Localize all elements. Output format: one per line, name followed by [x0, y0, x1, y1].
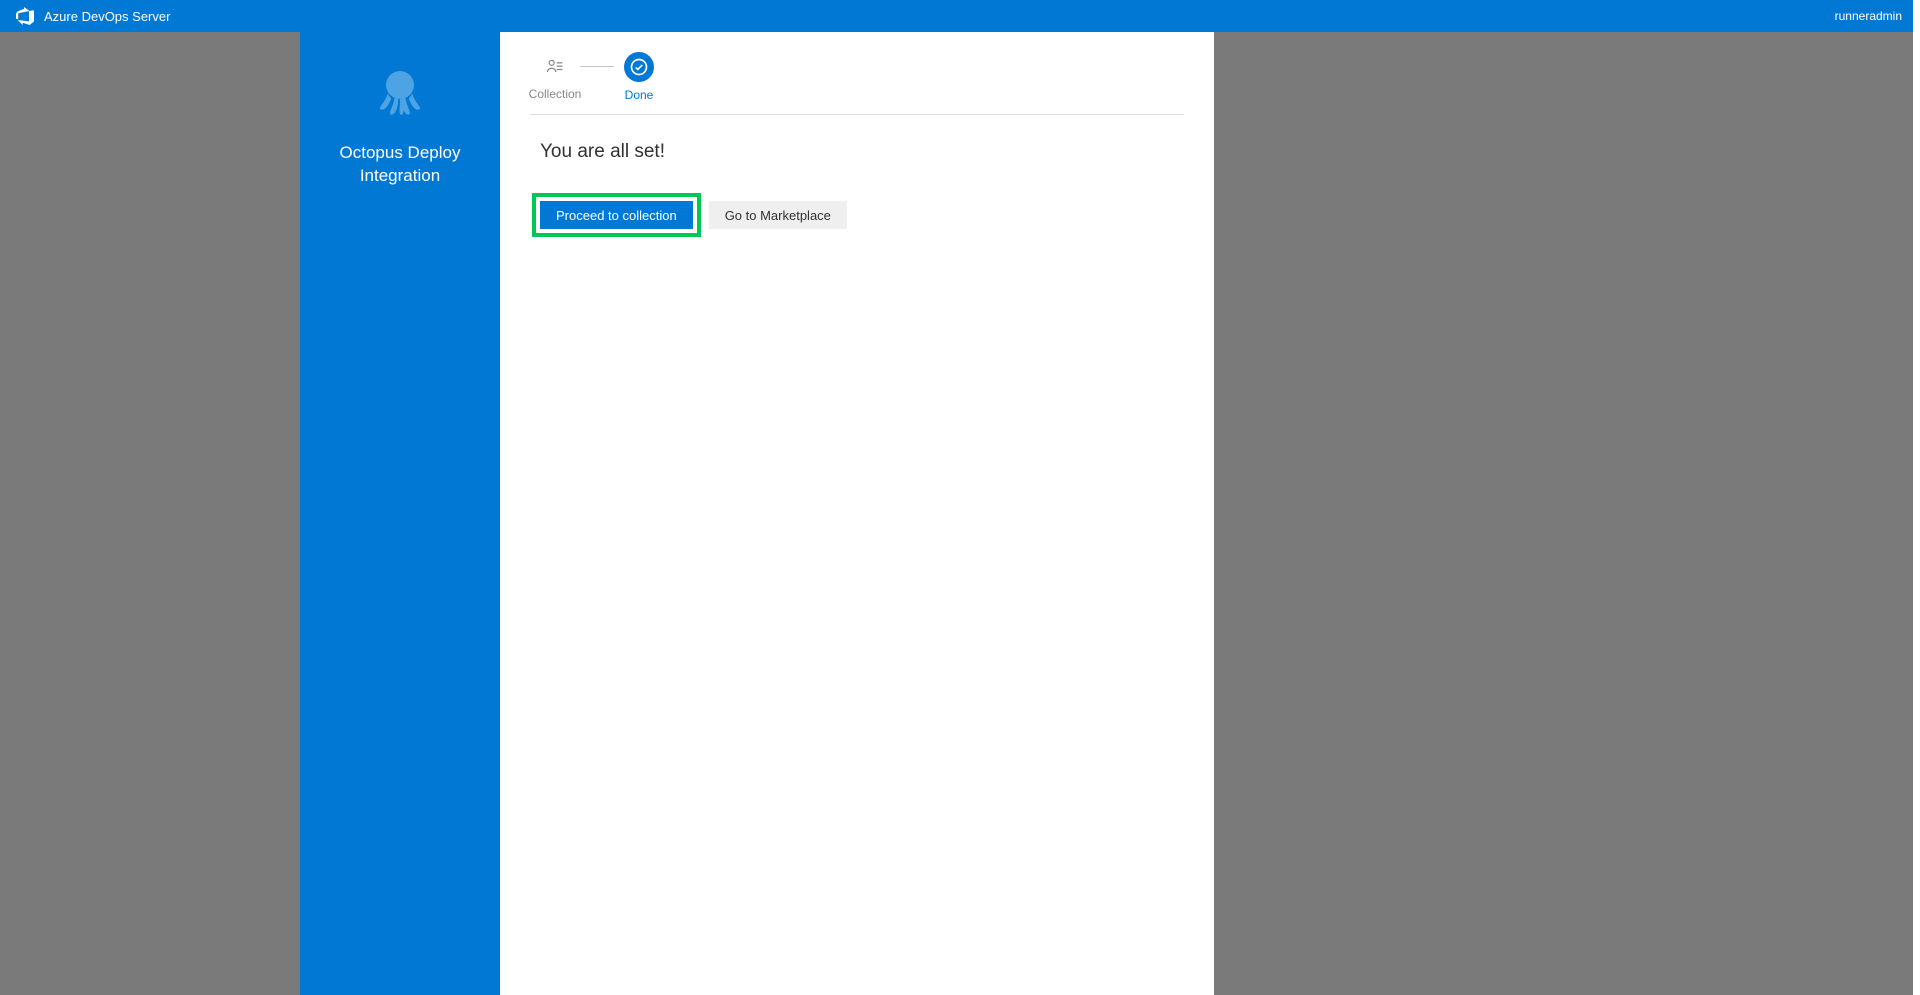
right-gutter [1214, 32, 1920, 995]
user-label[interactable]: runneradmin [1835, 9, 1902, 23]
proceed-to-collection-button[interactable]: Proceed to collection [540, 201, 693, 229]
step-done-label: Done [625, 88, 654, 102]
octopus-icon [364, 56, 436, 128]
scrollbar-track [1913, 0, 1920, 995]
top-bar-title: Azure DevOps Server [44, 9, 170, 24]
go-to-marketplace-button[interactable]: Go to Marketplace [709, 201, 847, 229]
panel-main: Collection Done You are al [500, 32, 1214, 995]
step-collection: Collection [530, 53, 580, 101]
actions-row: Proceed to collection Go to Marketplace [532, 193, 1184, 237]
wizard-steps: Collection Done [530, 52, 1184, 102]
left-gutter [0, 32, 300, 995]
highlight-box: Proceed to collection [532, 193, 701, 237]
azure-devops-icon [16, 7, 34, 25]
page-heading: You are all set! [540, 141, 1184, 163]
divider [530, 114, 1184, 115]
panel-sidebar: Octopus Deploy Integration [300, 32, 500, 995]
step-connector [580, 66, 614, 67]
extension-name: Octopus Deploy Integration [300, 142, 500, 188]
top-bar-left: Azure DevOps Server [16, 7, 170, 25]
person-list-icon [541, 53, 569, 81]
step-done: Done [614, 52, 664, 102]
step-collection-label: Collection [529, 87, 582, 101]
top-bar: Azure DevOps Server runneradmin [0, 0, 1920, 32]
install-panel: Octopus Deploy Integration [300, 32, 1214, 995]
check-circle-icon [624, 52, 654, 82]
